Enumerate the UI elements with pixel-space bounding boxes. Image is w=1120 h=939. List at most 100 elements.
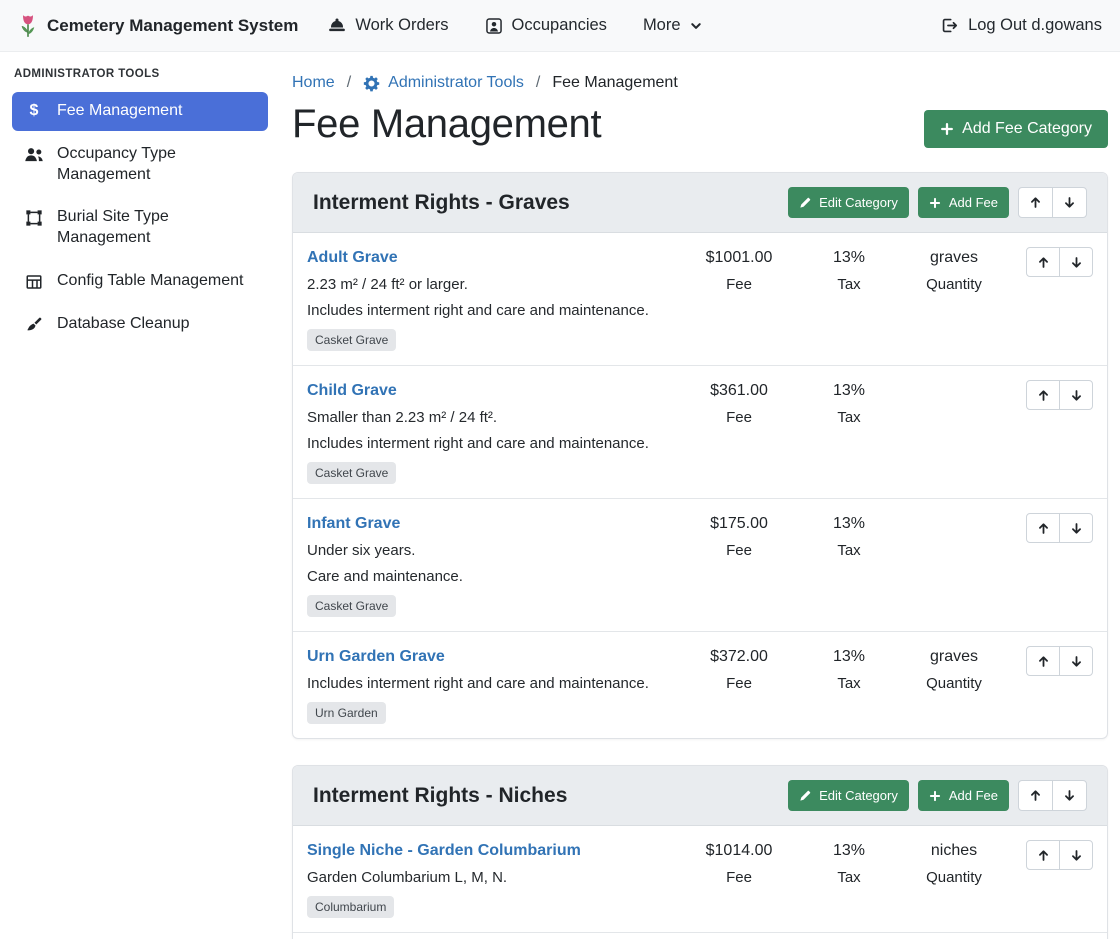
sidebar-item-label: Fee Management (57, 101, 182, 122)
breadcrumb-admin-tools-link[interactable]: Administrator Tools (363, 74, 524, 92)
arrow-down-icon (1070, 522, 1083, 535)
sidebar-item-label: Database Cleanup (57, 314, 190, 335)
fee-quantity-label: Quantity (899, 276, 1009, 293)
fee-name-link[interactable]: Urn Garden Grave (307, 648, 445, 666)
move-fee-down-button[interactable] (1059, 513, 1093, 543)
fee-tax-col: 13% Tax (799, 380, 899, 426)
fee-name-link[interactable]: Child Grave (307, 382, 397, 400)
fee-name-link[interactable]: Single Niche - Garden Columbarium (307, 842, 581, 860)
vector-square-icon (24, 209, 44, 227)
app-logo-icon (18, 13, 38, 39)
fee-quantity: graves (899, 249, 1009, 267)
fee-tax-label: Tax (799, 409, 899, 426)
sidebar-item-fee-management[interactable]: $ Fee Management (12, 92, 268, 131)
fee-name-link[interactable]: Infant Grave (307, 515, 400, 533)
fee-quantity-col: graves Quantity (899, 247, 1009, 293)
main-content: Home / Administrator Tools / Fee Managem… (280, 52, 1120, 939)
fee-amount-label: Fee (679, 869, 799, 886)
add-fee-category-button[interactable]: Add Fee Category (924, 110, 1108, 148)
fee-description: Smaller than 2.23 m² / 24 ft². (307, 409, 679, 426)
fee-tax-col: 13% Tax (799, 247, 899, 293)
fee-tax: 13% (799, 249, 899, 267)
sidebar-item-label: Config Table Management (57, 271, 244, 292)
fee-row: Adult Grave 2.23 m² / 24 ft² or larger. … (293, 233, 1107, 366)
nav-more-label: More (643, 16, 681, 35)
fee-tax: 13% (799, 382, 899, 400)
fee-quantity-label: Quantity (899, 869, 1009, 886)
fee-description: Includes interment right and care and ma… (307, 675, 679, 692)
move-fee-down-button[interactable] (1059, 646, 1093, 676)
fee-amount-label: Fee (679, 675, 799, 692)
logout-icon (940, 16, 959, 35)
fee-quantity-col (899, 513, 1009, 515)
nav-more-dropdown[interactable]: More (643, 16, 702, 35)
edit-category-label: Edit Category (819, 195, 898, 210)
add-fee-button[interactable]: Add Fee (918, 187, 1009, 218)
fee-tax-col: 13% Tax (799, 513, 899, 559)
fee-quantity: graves (899, 648, 1009, 666)
add-fee-category-label: Add Fee Category (962, 120, 1092, 138)
fee-row: Child Grave Smaller than 2.23 m² / 24 ft… (293, 366, 1107, 499)
edit-category-button[interactable]: Edit Category (788, 780, 909, 811)
move-category-up-button[interactable] (1018, 780, 1053, 811)
plus-icon (929, 197, 941, 209)
move-category-up-button[interactable] (1018, 187, 1053, 218)
plus-icon (940, 122, 954, 136)
sidebar-item-burial-site-type-management[interactable]: Burial Site Type Management (12, 198, 268, 258)
main-layout: ADMINISTRATOR TOOLS $ Fee Management Occ… (0, 52, 1120, 939)
table-icon (24, 273, 44, 291)
sidebar-item-database-cleanup[interactable]: Database Cleanup (12, 305, 268, 344)
pencil-icon (799, 790, 811, 802)
move-fee-up-button[interactable] (1026, 380, 1060, 410)
fee-tax-col: 13% Tax (799, 646, 899, 692)
breadcrumb-home-label: Home (292, 74, 335, 92)
logout-link[interactable]: Log Out d.gowans (940, 16, 1102, 35)
move-category-down-button[interactable] (1052, 780, 1087, 811)
fee-amount-col: $175.00 Fee (679, 513, 799, 559)
fee-type-badge: Casket Grave (307, 462, 396, 484)
arrow-down-icon (1070, 849, 1083, 862)
occupancies-icon (485, 17, 503, 35)
move-fee-down-button[interactable] (1059, 247, 1093, 277)
fee-reorder-controls (1026, 646, 1093, 676)
sidebar-item-config-table-management[interactable]: Config Table Management (12, 262, 268, 301)
fee-quantity-col: graves Quantity (899, 646, 1009, 692)
move-category-down-button[interactable] (1052, 187, 1087, 218)
category-reorder-controls (1018, 187, 1087, 218)
sidebar-item-occupancy-type-management[interactable]: Occupancy Type Management (12, 135, 268, 195)
fee-tax-label: Tax (799, 542, 899, 559)
fee-description: Under six years. (307, 542, 679, 559)
fee-description: Includes interment right and care and ma… (307, 302, 679, 319)
app-title: Cemetery Management System (47, 16, 298, 36)
fee-reorder-controls (1026, 840, 1093, 870)
fee-row: Single Niche - Garden Columbarium Garden… (293, 826, 1107, 933)
fee-name-link[interactable]: Adult Grave (307, 249, 398, 267)
breadcrumb: Home / Administrator Tools / Fee Managem… (292, 74, 1108, 92)
move-fee-up-button[interactable] (1026, 247, 1060, 277)
nav-occupancies[interactable]: Occupancies (485, 16, 607, 35)
top-navbar: Cemetery Management System Work Orders O… (0, 0, 1120, 52)
fee-amount-col: $372.00 Fee (679, 646, 799, 692)
move-fee-down-button[interactable] (1059, 840, 1093, 870)
sidebar-heading: ADMINISTRATOR TOOLS (14, 68, 266, 80)
fee-type-badge: Casket Grave (307, 595, 396, 617)
dollar-icon: $ (24, 103, 44, 119)
edit-category-button[interactable]: Edit Category (788, 187, 909, 218)
fee-amount: $175.00 (679, 515, 799, 533)
arrow-up-icon (1037, 522, 1050, 535)
breadcrumb-home-link[interactable]: Home (292, 74, 335, 92)
move-fee-up-button[interactable] (1026, 513, 1060, 543)
nav-work-orders[interactable]: Work Orders (328, 16, 448, 35)
move-fee-up-button[interactable] (1026, 646, 1060, 676)
move-fee-down-button[interactable] (1059, 380, 1093, 410)
app-brand-link[interactable]: Cemetery Management System (18, 13, 298, 39)
page-header: Fee Management Add Fee Category (292, 102, 1108, 148)
fee-quantity-col: niches Quantity (899, 840, 1009, 886)
page-title: Fee Management (292, 102, 601, 147)
move-fee-up-button[interactable] (1026, 840, 1060, 870)
fee-description: 2.23 m² / 24 ft² or larger. (307, 276, 679, 293)
fee-tax-label: Tax (799, 675, 899, 692)
add-fee-button[interactable]: Add Fee (918, 780, 1009, 811)
fee-amount-label: Fee (679, 542, 799, 559)
fee-amount-label: Fee (679, 276, 799, 293)
